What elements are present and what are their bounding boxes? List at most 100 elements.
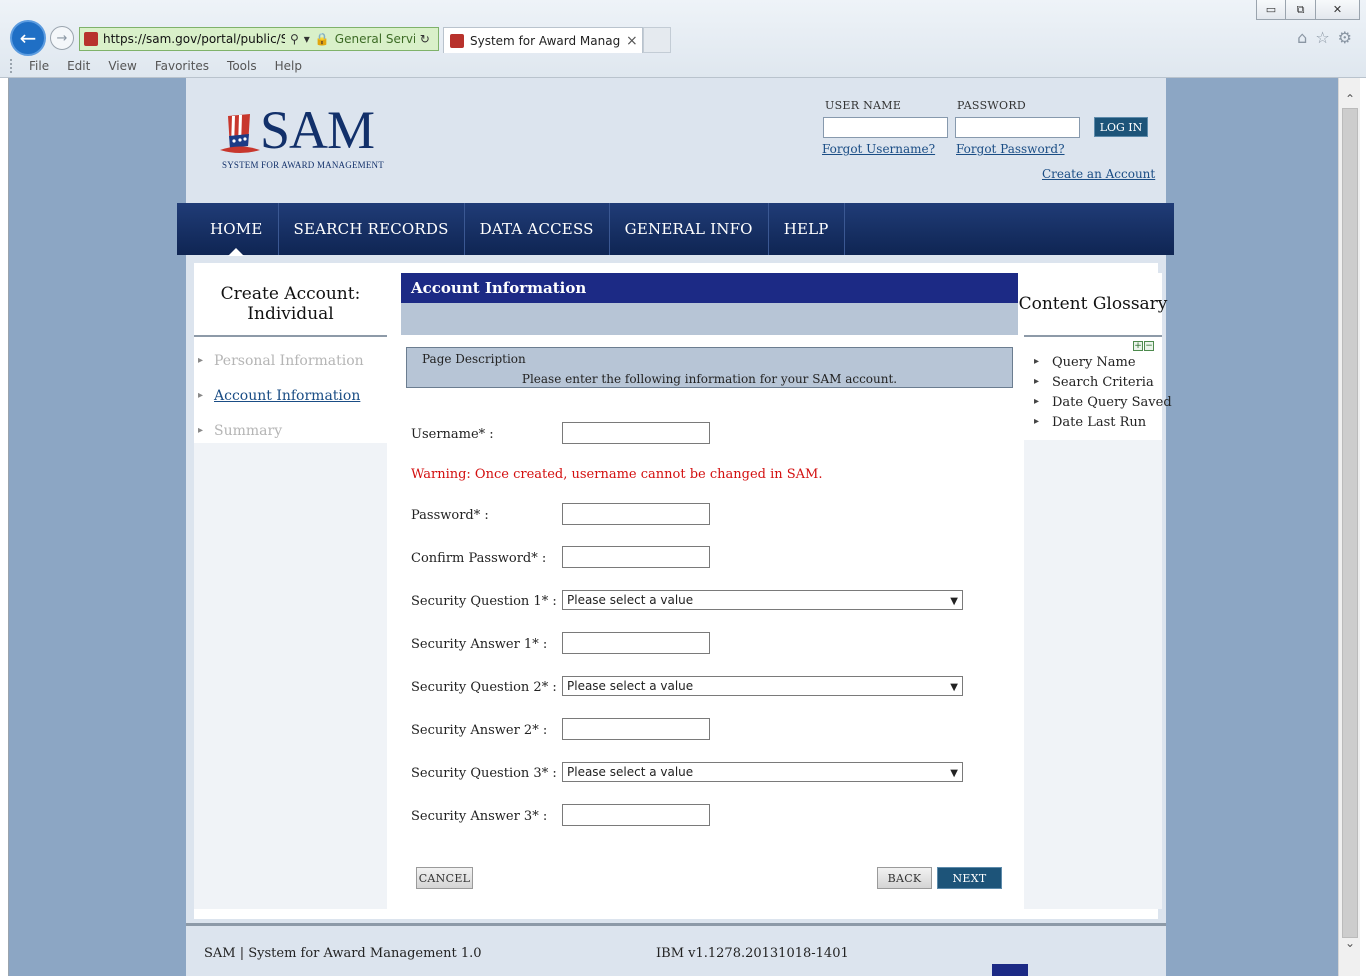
close-window-button[interactable]: ✕ xyxy=(1316,0,1360,20)
address-url[interactable]: https://sam.gov/portal/public/SAI xyxy=(103,32,285,46)
cancel-button[interactable]: CANCEL xyxy=(416,867,473,889)
glossary-item-date-query-saved[interactable]: Date Query Saved xyxy=(1024,395,1172,415)
create-account-link[interactable]: Create an Account xyxy=(1042,167,1155,181)
refresh-icon[interactable]: ↻ xyxy=(420,32,430,46)
security-question-1-value: Please select a value xyxy=(567,593,694,607)
confirm-password-input[interactable] xyxy=(562,546,710,568)
restore-button[interactable]: ⧉ xyxy=(1286,0,1316,20)
lock-icon[interactable]: 🔒 xyxy=(315,32,330,46)
search-icon[interactable]: ⚲ xyxy=(290,32,299,46)
tab-title[interactable]: System for Award Manage... xyxy=(470,34,620,48)
security-answer-3-input[interactable] xyxy=(562,804,710,826)
nav-general-info[interactable]: GENERAL INFO xyxy=(610,203,769,255)
scrollbar-thumb[interactable] xyxy=(1342,108,1358,938)
content-area: Create Account: Individual Personal Info… xyxy=(194,263,1172,919)
scroll-down-icon[interactable]: ⌄ xyxy=(1342,936,1358,952)
chevron-down-icon: ▼ xyxy=(950,768,958,779)
dropdown-icon[interactable]: ▾ xyxy=(304,32,310,46)
sidebar-title: Create Account: Individual xyxy=(194,273,387,337)
next-button[interactable]: NEXT xyxy=(937,867,1002,889)
page-description-label: Page Description xyxy=(422,352,526,366)
chevron-down-icon: ▼ xyxy=(950,596,958,607)
security-question-3-label: Security Question 3* : xyxy=(411,766,557,781)
site-header: SAM SYSTEM FOR AWARD MANAGEMENT USER NAM… xyxy=(186,78,1166,204)
nav-home[interactable]: HOME xyxy=(195,203,279,256)
security-question-3-select[interactable]: Please select a value ▼ xyxy=(562,762,963,782)
login-username-input[interactable] xyxy=(823,117,948,138)
footer-system-name: SAM | System for Award Management 1.0 xyxy=(204,946,482,961)
menu-edit[interactable]: Edit xyxy=(58,59,99,73)
logo-text: SAM xyxy=(260,100,375,160)
page-description-box: Page Description Please enter the follow… xyxy=(406,347,1013,388)
security-answer-2-input[interactable] xyxy=(562,718,710,740)
back-arrow-icon[interactable]: ← xyxy=(10,20,46,56)
menu-favorites[interactable]: Favorites xyxy=(146,59,218,73)
page-footer: SAM | System for Award Management 1.0 IB… xyxy=(186,923,1166,976)
browser-viewport: SAM SYSTEM FOR AWARD MANAGEMENT USER NAM… xyxy=(8,78,1338,976)
expand-all-icon[interactable]: + xyxy=(1133,341,1143,351)
sam-logo[interactable]: SAM SYSTEM FOR AWARD MANAGEMENT xyxy=(220,100,390,170)
forward-arrow-icon[interactable]: → xyxy=(50,26,74,50)
home-icon[interactable]: ⌂ xyxy=(1297,28,1307,47)
scroll-up-icon[interactable]: ⌃ xyxy=(1342,92,1358,108)
sam-page: SAM SYSTEM FOR AWARD MANAGEMENT USER NAM… xyxy=(177,78,1174,976)
section-subheader xyxy=(401,303,1018,335)
left-sidebar: Create Account: Individual Personal Info… xyxy=(194,273,387,909)
menu-file[interactable]: File xyxy=(20,59,58,73)
security-question-3-value: Please select a value xyxy=(567,765,694,779)
tab-favicon-icon xyxy=(450,33,464,48)
login-password-input[interactable] xyxy=(955,117,1080,138)
menu-grip xyxy=(10,59,16,73)
username-field-label: Username* : xyxy=(411,427,494,442)
account-information-form: Account Information Page Description Ple… xyxy=(401,273,1018,889)
sidebar-title-line1: Create Account: xyxy=(220,284,361,304)
security-answer-1-input[interactable] xyxy=(562,632,710,654)
nav-data-access[interactable]: DATA ACCESS xyxy=(465,203,610,255)
glossary-item-search-criteria[interactable]: Search Criteria xyxy=(1024,375,1162,395)
browser-tab[interactable]: System for Award Manage... × xyxy=(443,27,643,53)
password-input[interactable] xyxy=(562,503,710,525)
password-label: PASSWORD xyxy=(957,99,1027,112)
security-answer-2-label: Security Answer 2* : xyxy=(411,723,548,738)
forgot-password-link[interactable]: Forgot Password? xyxy=(956,142,1065,156)
nav-search-records[interactable]: SEARCH RECORDS xyxy=(279,203,465,255)
address-bar[interactable]: https://sam.gov/portal/public/SAI ⚲ ▾ 🔒 … xyxy=(79,27,439,51)
security-question-2-value: Please select a value xyxy=(567,679,694,693)
nav-help[interactable]: HELP xyxy=(769,203,845,255)
glossary-item-query-name[interactable]: Query Name xyxy=(1024,355,1162,375)
content-glossary: Content Glossary + − Query Name Search C… xyxy=(1019,273,1172,909)
sidebar-title-line2: Individual xyxy=(247,304,334,324)
site-favicon-icon xyxy=(84,32,98,46)
step-account-information[interactable]: Account Information xyxy=(194,388,387,423)
security-question-2-label: Security Question 2* : xyxy=(411,680,557,695)
confirm-password-label: Confirm Password* : xyxy=(411,551,547,566)
security-question-1-select[interactable]: Please select a value ▼ xyxy=(562,590,963,610)
menu-help[interactable]: Help xyxy=(266,59,311,73)
menu-tools[interactable]: Tools xyxy=(218,59,266,73)
forgot-username-link[interactable]: Forgot Username? xyxy=(822,142,935,156)
username-warning: Warning: Once created, username cannot b… xyxy=(411,467,823,482)
log-in-button[interactable]: LOG IN xyxy=(1094,117,1148,137)
menu-view[interactable]: View xyxy=(99,59,145,73)
certificate-label[interactable]: General Servi... xyxy=(335,32,415,46)
new-tab-button[interactable] xyxy=(643,27,671,53)
chevron-down-icon: ▼ xyxy=(950,682,958,693)
uncle-sam-hat-icon xyxy=(220,114,260,153)
settings-icon[interactable]: ⚙ xyxy=(1338,28,1352,47)
tab-close-icon[interactable]: × xyxy=(626,33,638,49)
step-list: Personal Information Account Information… xyxy=(194,337,387,443)
minimize-button[interactable]: ▭ xyxy=(1256,0,1286,20)
collapse-all-icon[interactable]: − xyxy=(1144,341,1154,351)
glossary-toggles: + − xyxy=(1133,341,1154,351)
favorites-icon[interactable]: ☆ xyxy=(1315,28,1329,47)
username-label: USER NAME xyxy=(825,99,902,112)
glossary-item-date-last-run[interactable]: Date Last Run xyxy=(1024,415,1162,435)
step-personal-information: Personal Information xyxy=(194,353,387,388)
security-answer-1-label: Security Answer 1* : xyxy=(411,637,548,652)
browser-chrome: ▭ ⧉ ✕ ← → https://sam.gov/portal/public/… xyxy=(0,0,1366,78)
vertical-scrollbar[interactable]: ⌃ ⌄ xyxy=(1338,78,1360,976)
username-input[interactable] xyxy=(562,422,710,444)
security-question-2-select[interactable]: Please select a value ▼ xyxy=(562,676,963,696)
section-title: Account Information xyxy=(401,273,1018,303)
back-button[interactable]: BACK xyxy=(877,867,932,889)
